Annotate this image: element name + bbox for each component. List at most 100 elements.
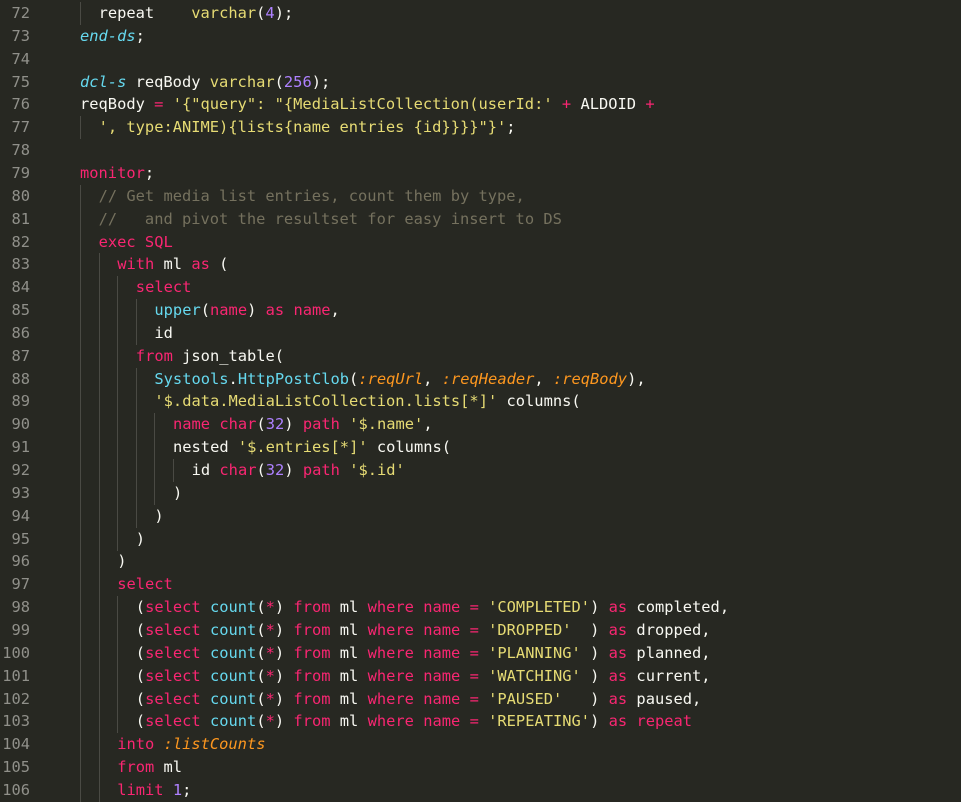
indent-guide [80, 367, 81, 391]
code-token: + [645, 95, 655, 114]
indent-guide [117, 664, 119, 688]
code-text: (select count(*) from ml where name = 'P… [136, 642, 711, 665]
code-line[interactable]: 93) [0, 481, 961, 505]
code-line[interactable]: 78 [0, 139, 961, 162]
code-token: current, [627, 666, 711, 685]
code-line[interactable]: 98 (select count(*) from ml where name = … [0, 596, 961, 620]
code-line[interactable]: 100 (select count(*) from ml where name =… [0, 641, 961, 665]
indent-guide [80, 733, 81, 757]
code-token: ) [154, 506, 164, 525]
code-line[interactable]: 89 '$.data.MediaListCollection.lists[*]' … [0, 390, 961, 414]
code-line[interactable]: 87 from json_table( [0, 344, 961, 368]
code-line[interactable]: 103 (select count(*) from ml where name =… [0, 710, 961, 734]
line-number: 88 [11, 369, 30, 388]
code-token: columns( [497, 392, 581, 411]
code-token: HttpPostClob [237, 369, 350, 388]
code-line[interactable]: 76 reqBody = '{"query": "{MediaListCollec… [0, 93, 961, 116]
indent-guide [80, 2, 81, 25]
code-line[interactable]: 92 id char(32) path '$.id' [0, 459, 961, 482]
indent-guide [117, 276, 119, 300]
indent-guide [135, 481, 137, 505]
code-token: ) [284, 415, 303, 434]
code-token: reqBody [126, 72, 210, 91]
code-line[interactable]: 72 repeat varchar(4); [0, 2, 961, 25]
indent-guide [117, 390, 119, 414]
code-token: // and pivot the resultset for easy inse… [98, 209, 562, 228]
code-line[interactable]: 105 from ml [0, 756, 961, 780]
code-token: ) [580, 666, 609, 685]
code-token: char [219, 415, 257, 434]
code-line[interactable]: 82 exec SQL [0, 230, 961, 254]
code-token: 256 [283, 72, 312, 91]
code-token: name [423, 620, 461, 639]
code-token: ) [247, 301, 266, 320]
code-line[interactable]: 99 (select count(*) from ml where name = … [0, 618, 961, 642]
code-text: from json_table( [136, 345, 284, 368]
indent-guide [173, 459, 174, 482]
indent-guide [80, 527, 81, 551]
code-text: upper(name) as name, [154, 299, 339, 322]
code-line[interactable]: 80 // Get media list entries, count them … [0, 184, 961, 208]
code-line[interactable]: 97 select [0, 573, 961, 597]
code-line[interactable]: 73 end-ds; [0, 25, 961, 48]
code-token: = [469, 643, 479, 662]
code-line[interactable]: 83 with ml as ( [0, 253, 961, 277]
indent-guide [135, 436, 137, 460]
code-token: '$.id' [349, 461, 405, 479]
code-text: select [117, 573, 173, 596]
code-token: '$.name' [349, 415, 424, 434]
code-line[interactable]: 106 limit 1; [0, 778, 961, 802]
code-line[interactable]: 104 into :listCounts [0, 733, 961, 757]
code-line[interactable]: 91 nested '$.entries[*]' columns( [0, 436, 961, 460]
code-token: ( [200, 301, 211, 320]
code-line[interactable]: 77 ', type:ANIME){lists{name entries {id}… [0, 116, 961, 140]
code-line[interactable]: 94) [0, 504, 961, 528]
code-line[interactable]: 90 name char(32) path '$.name', [0, 413, 961, 437]
code-token: ml [154, 255, 192, 274]
indent-guide [80, 756, 81, 780]
code-line[interactable]: 102 (select count(*) from ml where name =… [0, 687, 961, 711]
indent-guide [98, 390, 100, 414]
code-line[interactable]: 74 [0, 48, 961, 71]
code-text: id char(32) path '$.id' [192, 459, 405, 482]
code-line[interactable]: 79 monitor; [0, 162, 961, 185]
code-line[interactable]: 86 id [0, 321, 961, 345]
indent-guide [117, 687, 119, 711]
code-line[interactable]: 95) [0, 527, 961, 551]
code-line[interactable]: 75 dcl-s reqBody varchar(256); [0, 71, 961, 94]
code-token: id [191, 461, 220, 479]
line-number: 93 [11, 483, 30, 502]
code-token: * [265, 712, 275, 731]
code-line[interactable]: 85 upper(name) as name, [0, 299, 961, 323]
code-line[interactable]: 101 (select count(*) from ml where name =… [0, 664, 961, 688]
line-number: 82 [11, 232, 30, 251]
code-token: select [145, 620, 201, 639]
code-text: with ml as ( [117, 253, 228, 276]
code-line[interactable]: 88 Systools.HttpPostClob(:reqUrl, :reqHea… [0, 367, 961, 391]
code-token: into [117, 735, 155, 754]
code-token: ) [590, 598, 609, 617]
code-token: as [608, 712, 628, 731]
indent-guide [80, 573, 81, 597]
code-line[interactable]: 96) [0, 550, 961, 574]
code-line[interactable]: 81 // and pivot the resultset for easy in… [0, 207, 961, 231]
indent-guide [80, 778, 81, 802]
indent-guide [98, 459, 100, 482]
line-number: 77 [11, 118, 30, 137]
code-line[interactable]: 84 select [0, 276, 961, 300]
line-number: 99 [11, 620, 30, 639]
code-token: select [145, 712, 201, 731]
code-token: ) [274, 712, 294, 731]
code-token: 1 [172, 780, 183, 799]
code-editor[interactable]: 72 repeat varchar(4); 73 end-ds; 74 75 dcl-s r… [0, 0, 961, 802]
code-token: select [117, 575, 173, 594]
code-token: completed, [627, 598, 730, 617]
